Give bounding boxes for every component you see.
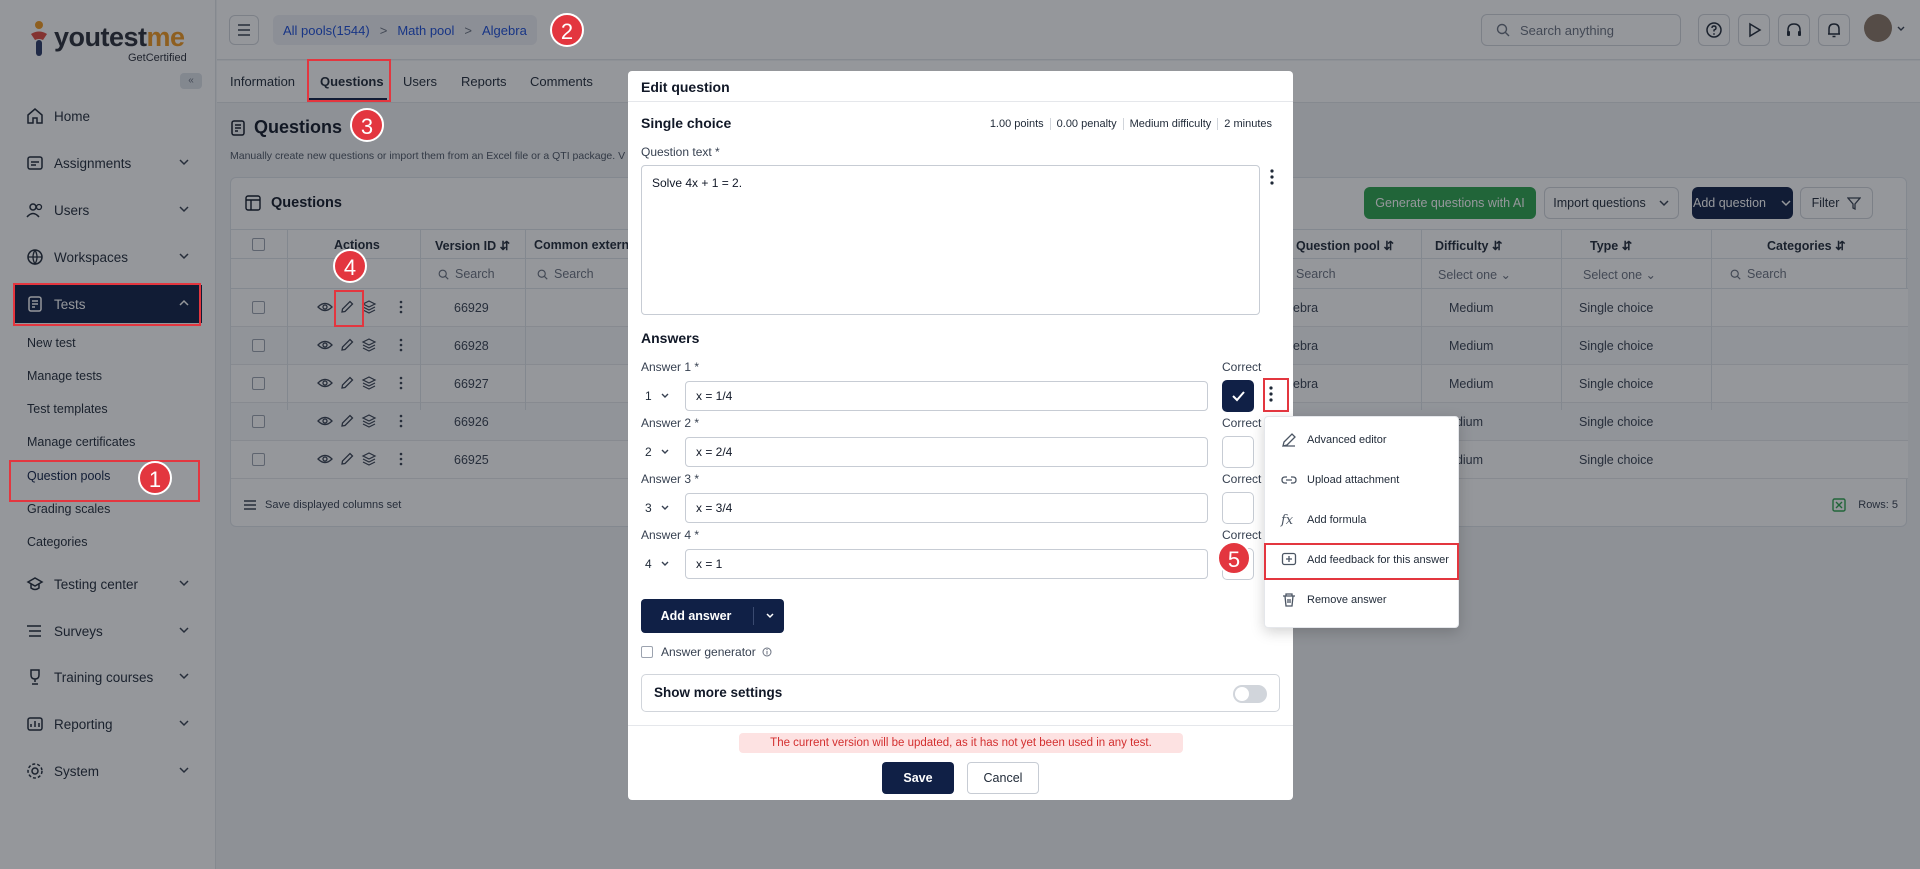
menu-item-upload-attachment[interactable]: Upload attachment xyxy=(1265,461,1460,499)
answer-generator-label: Answer generator xyxy=(661,645,756,659)
step-marker-3: 3 xyxy=(350,108,384,142)
answer-label: Answer 4 * xyxy=(641,528,700,542)
answer-order-value: 4 xyxy=(645,557,652,571)
check-icon xyxy=(1232,391,1245,402)
pen-icon xyxy=(1282,433,1296,447)
menu-item-label: Add feedback for this answer xyxy=(1307,554,1449,566)
trash-icon xyxy=(1283,593,1295,607)
question-text-more-icon[interactable] xyxy=(1270,169,1274,185)
save-button[interactable]: Save xyxy=(882,762,954,794)
question-text-label: Question text * xyxy=(641,145,720,159)
menu-item-add-formula[interactable]: fx Add formula xyxy=(1265,501,1460,539)
correct-label: Correct xyxy=(1222,360,1262,374)
answer-more-icon[interactable] xyxy=(1269,386,1273,402)
step-marker-1: 1 xyxy=(138,461,172,495)
chevron-down-icon xyxy=(661,561,669,566)
correct-label: Correct xyxy=(1222,416,1262,430)
answer-options-menu: Advanced editor Upload attachment fx Add… xyxy=(1264,416,1459,628)
answer-input[interactable]: x = 2/4 xyxy=(685,437,1208,467)
answer-order-select[interactable]: 3 xyxy=(645,501,675,515)
answer-input[interactable]: x = 3/4 xyxy=(685,493,1208,523)
show-more-settings-label: Show more settings xyxy=(654,685,783,700)
menu-item-label: Advanced editor xyxy=(1307,434,1387,446)
question-type: Single choice xyxy=(641,115,732,131)
answer-input[interactable]: x = 1 xyxy=(685,549,1208,579)
split-divider xyxy=(753,607,754,625)
menu-item-label: Add formula xyxy=(1307,514,1367,526)
formula-icon: fx xyxy=(1281,512,1294,528)
answer-input[interactable]: x = 1/4 xyxy=(685,381,1208,411)
question-text-editor[interactable]: Solve 4x + 1 = 2. xyxy=(641,165,1260,315)
version-warning: The current version will be updated, as … xyxy=(739,733,1183,753)
correct-label: Correct xyxy=(1222,472,1262,486)
answer-order-select[interactable]: 1 xyxy=(645,389,675,403)
divider xyxy=(628,101,1293,102)
info-icon[interactable] xyxy=(762,647,772,657)
correct-checkbox[interactable] xyxy=(1222,492,1254,524)
meta-difficulty: Medium difficulty xyxy=(1122,118,1218,130)
menu-item-label: Remove answer xyxy=(1307,594,1387,606)
chevron-down-icon xyxy=(661,393,669,398)
chevron-down-icon xyxy=(661,449,669,454)
correct-checkbox[interactable] xyxy=(1222,380,1254,412)
menu-item-add-feedback[interactable]: Add feedback for this answer xyxy=(1265,541,1460,579)
meta-points: 1.00 points xyxy=(989,118,1044,130)
cancel-button[interactable]: Cancel xyxy=(967,762,1039,794)
answer-label: Answer 3 * xyxy=(641,472,700,486)
show-more-settings[interactable]: Show more settings xyxy=(641,674,1280,712)
answer-order-value: 2 xyxy=(645,445,652,459)
correct-checkbox[interactable] xyxy=(1222,436,1254,468)
meta-penalty: 0.00 penalty xyxy=(1049,118,1123,130)
menu-item-advanced-editor[interactable]: Advanced editor xyxy=(1265,421,1460,459)
add-answer-label: Add answer xyxy=(660,609,732,623)
answers-title: Answers xyxy=(641,330,700,346)
question-text-value: Solve 4x + 1 = 2. xyxy=(652,176,743,190)
feedback-icon xyxy=(1281,552,1297,566)
answer-generator-option[interactable]: Answer generator xyxy=(641,645,772,659)
menu-item-label: Upload attachment xyxy=(1307,474,1400,486)
add-answer-button[interactable]: Add answer xyxy=(641,599,784,633)
step-marker-5: 5 xyxy=(1217,541,1251,575)
menu-item-remove-answer[interactable]: Remove answer xyxy=(1265,581,1460,619)
answer-generator-checkbox[interactable] xyxy=(641,646,653,658)
meta-time: 2 minutes xyxy=(1217,118,1278,130)
link-icon xyxy=(1281,476,1297,484)
question-meta: 1.00 points 0.00 penalty Medium difficul… xyxy=(984,118,1278,130)
answer-label: Answer 1 * xyxy=(641,360,700,374)
answer-order-select[interactable]: 2 xyxy=(645,445,675,459)
step-marker-4: 4 xyxy=(333,249,367,283)
chevron-down-icon xyxy=(661,505,669,510)
divider xyxy=(628,725,1293,726)
modal-title: Edit question xyxy=(641,79,730,95)
correct-label: Correct xyxy=(1222,528,1262,542)
answer-order-value: 1 xyxy=(645,389,652,403)
answer-order-select[interactable]: 4 xyxy=(645,557,675,571)
answer-label: Answer 2 * xyxy=(641,416,700,430)
show-more-settings-toggle[interactable] xyxy=(1233,685,1267,703)
chevron-down-icon[interactable] xyxy=(765,611,775,621)
step-marker-2: 2 xyxy=(550,13,584,47)
edit-question-modal: Edit question Single choice 1.00 points … xyxy=(628,71,1293,800)
answer-order-value: 3 xyxy=(645,501,652,515)
